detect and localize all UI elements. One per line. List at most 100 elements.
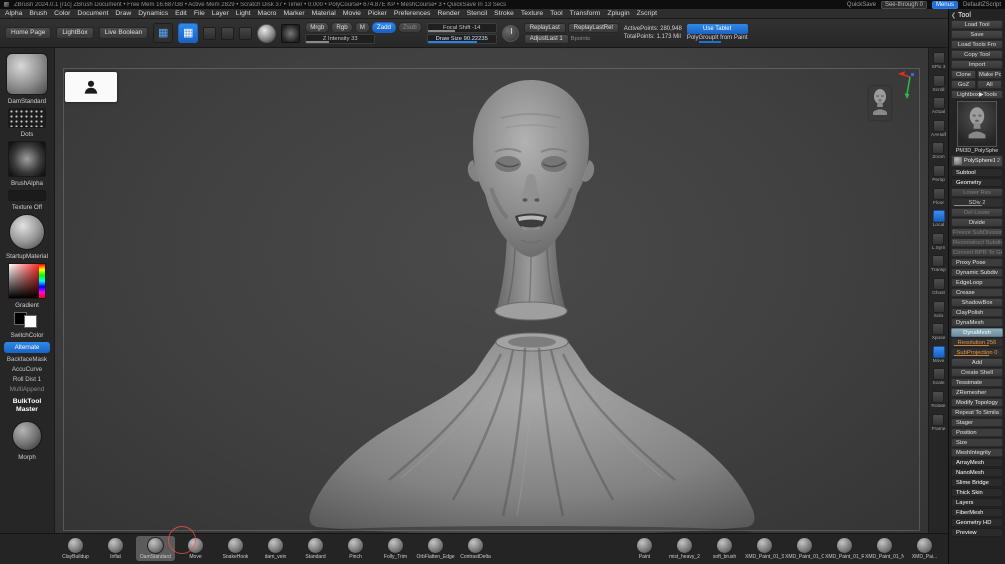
- tray-brush[interactable]: Folly_Trim: [376, 536, 415, 561]
- tool-panel-header[interactable]: ❮ Tool: [951, 10, 1003, 20]
- tool-panel-row[interactable]: Stager: [951, 418, 1003, 427]
- menu-item[interactable]: Color: [54, 10, 70, 17]
- menu-item[interactable]: Material: [312, 10, 336, 17]
- tool-panel-row[interactable]: DynaMesh: [951, 318, 1003, 327]
- tray-brush[interactable]: Pinch: [336, 536, 375, 561]
- menu-item[interactable]: Zplugin: [607, 10, 629, 17]
- shelf-button[interactable]: Actual: [932, 97, 945, 115]
- tool-panel-row[interactable]: MeshIntegrity: [951, 448, 1003, 457]
- menu-item[interactable]: Movie: [343, 10, 361, 17]
- document-thumbnail[interactable]: [65, 72, 117, 102]
- tray-brush[interactable]: XMD_Paint_01_N: [865, 536, 904, 561]
- zadd-button[interactable]: Zadd: [371, 22, 396, 33]
- tray-brush[interactable]: XMD_Paint_01_C: [785, 536, 824, 561]
- tool-panel-row[interactable]: Add: [951, 358, 1003, 367]
- shelf-button[interactable]: Local: [932, 210, 945, 228]
- rotate-gyro-button[interactable]: [239, 26, 253, 40]
- tray-brush[interactable]: ContrastDelta: [456, 536, 495, 561]
- shelf-button[interactable]: Scroll: [932, 74, 945, 93]
- alpha-preview[interactable]: [281, 23, 301, 43]
- menu-item[interactable]: Brush: [29, 10, 47, 17]
- bulktool-master-button[interactable]: BulkTool Master: [13, 398, 42, 414]
- tool-panel-row[interactable]: ClayPolish: [951, 308, 1003, 317]
- tool-panel-row[interactable]: Freeze SubDivision: [951, 228, 1003, 237]
- tool-panel-row[interactable]: DynaMesh: [951, 328, 1003, 337]
- tray-brush[interactable]: Paint: [625, 536, 664, 561]
- menu-item[interactable]: Draw: [115, 10, 131, 17]
- tool-panel-row[interactable]: Lower Res: [951, 188, 1003, 197]
- tool-panel-row[interactable]: Size: [951, 438, 1003, 447]
- menu-item[interactable]: Stencil: [467, 10, 487, 17]
- texture-thumbnail[interactable]: [8, 190, 46, 201]
- tool-panel-row[interactable]: FiberMesh: [951, 508, 1003, 517]
- shelf-button[interactable]: Ghost: [932, 277, 945, 296]
- tool-button[interactable]: All: [977, 80, 1002, 89]
- adjust-last-button[interactable]: AdjustLast 1: [523, 33, 569, 44]
- draw-pointer-button[interactable]: ▦: [153, 23, 174, 43]
- replay-last-button[interactable]: ReplayLast: [523, 22, 566, 33]
- tray-brush[interactable]: ClayBuildup: [56, 536, 95, 561]
- menu-item[interactable]: Preferences: [394, 10, 431, 17]
- tray-brush[interactable]: soft_brush: [705, 536, 744, 561]
- tool-panel-row[interactable]: NanoMesh: [951, 468, 1003, 477]
- replay-last-rel-button[interactable]: ReplayLastRel: [567, 22, 619, 33]
- tool-panel-row[interactable]: SubProjection 0: [951, 348, 1003, 357]
- shelf-button[interactable]: Zoom: [932, 142, 945, 160]
- menu-item[interactable]: Alpha: [5, 10, 22, 17]
- use-tablet-button[interactable]: Use Tablet: [686, 23, 748, 34]
- tool-panel-row[interactable]: ArrayMesh: [951, 458, 1003, 467]
- z-intensity-slider[interactable]: Z Intensity 33: [305, 34, 376, 44]
- document-canvas[interactable]: [55, 48, 928, 533]
- m-button[interactable]: M: [354, 22, 370, 33]
- quicksave-button[interactable]: QuickSave: [847, 2, 876, 8]
- shelf-button[interactable]: AAHalf: [931, 119, 946, 138]
- tool-panel-row[interactable]: Del Lower: [951, 208, 1003, 217]
- dial-knob[interactable]: [501, 24, 519, 42]
- tool-preview-thumbnail[interactable]: [869, 86, 891, 120]
- tool-panel-row[interactable]: Modify Topology: [951, 398, 1003, 407]
- left-shelf-button[interactable]: AccuCurve: [12, 366, 42, 373]
- menu-item[interactable]: Dynamics: [138, 10, 168, 17]
- scale-gyro-button[interactable]: [221, 26, 235, 40]
- shelf-button[interactable]: Rotate: [931, 390, 946, 409]
- sculpture-model[interactable]: [55, 48, 928, 533]
- subtool-row[interactable]: PolySphere1 2: [951, 155, 1003, 167]
- tool-panel-row[interactable]: Divide: [951, 218, 1003, 227]
- see-through-button[interactable]: See-through 0: [880, 0, 927, 9]
- tool-panel-row[interactable]: ZRemesher: [951, 388, 1003, 397]
- switch-color-swatches[interactable]: [12, 312, 42, 329]
- focal-shift-slider[interactable]: Focal Shift -14: [426, 22, 497, 33]
- shelf-button[interactable]: Frame: [932, 413, 945, 432]
- live-boolean-button[interactable]: Live Boolean: [98, 27, 149, 39]
- tool-panel-row[interactable]: Convert BPR To Geo: [951, 248, 1003, 257]
- tray-brush[interactable]: XMD_Paint_01_R: [825, 536, 864, 561]
- left-shelf-button[interactable]: MultiAppend: [10, 386, 44, 393]
- alpha-thumbnail[interactable]: [8, 141, 46, 177]
- tool-button[interactable]: Load Tools Fro: [951, 40, 1003, 49]
- tray-brush[interactable]: dam_vein: [256, 536, 295, 561]
- move-gyro-button[interactable]: [203, 26, 217, 40]
- collapse-icon[interactable]: ❮: [951, 12, 956, 19]
- menu-item[interactable]: Transform: [570, 10, 601, 17]
- shelf-button[interactable]: Floor: [932, 187, 945, 206]
- menu-item[interactable]: Zscript: [637, 10, 657, 17]
- tool-button[interactable]: GoZ: [951, 80, 976, 89]
- tray-brush[interactable]: XMD_Pai...: [905, 536, 944, 561]
- shelf-button[interactable]: Move: [932, 345, 945, 364]
- tool-panel-row[interactable]: Geometry HD: [951, 518, 1003, 527]
- tool-panel-row[interactable]: Repeat To Simila: [951, 408, 1003, 417]
- tool-panel-row[interactable]: Position: [951, 428, 1003, 437]
- mrgb-button[interactable]: Mrgb: [305, 22, 330, 33]
- shelf-button[interactable]: Solo: [932, 300, 945, 319]
- tool-panel-row[interactable]: Crease: [951, 288, 1003, 297]
- tool-panel-row[interactable]: Slime Bridge: [951, 478, 1003, 487]
- menu-item[interactable]: File: [194, 10, 205, 17]
- shelf-button[interactable]: Scale: [932, 368, 945, 386]
- tray-brush[interactable]: Move: [176, 536, 215, 561]
- secondary-color-swatch[interactable]: [24, 315, 37, 328]
- polygroupit-button[interactable]: PolyGroupIt from Paint: [687, 35, 748, 43]
- tool-button[interactable]: Clone: [951, 70, 976, 79]
- tool-button[interactable]: Lightbox▶Tools: [951, 90, 1003, 99]
- tray-brush[interactable]: DamStandard: [136, 536, 175, 561]
- menu-item[interactable]: Marker: [283, 10, 304, 17]
